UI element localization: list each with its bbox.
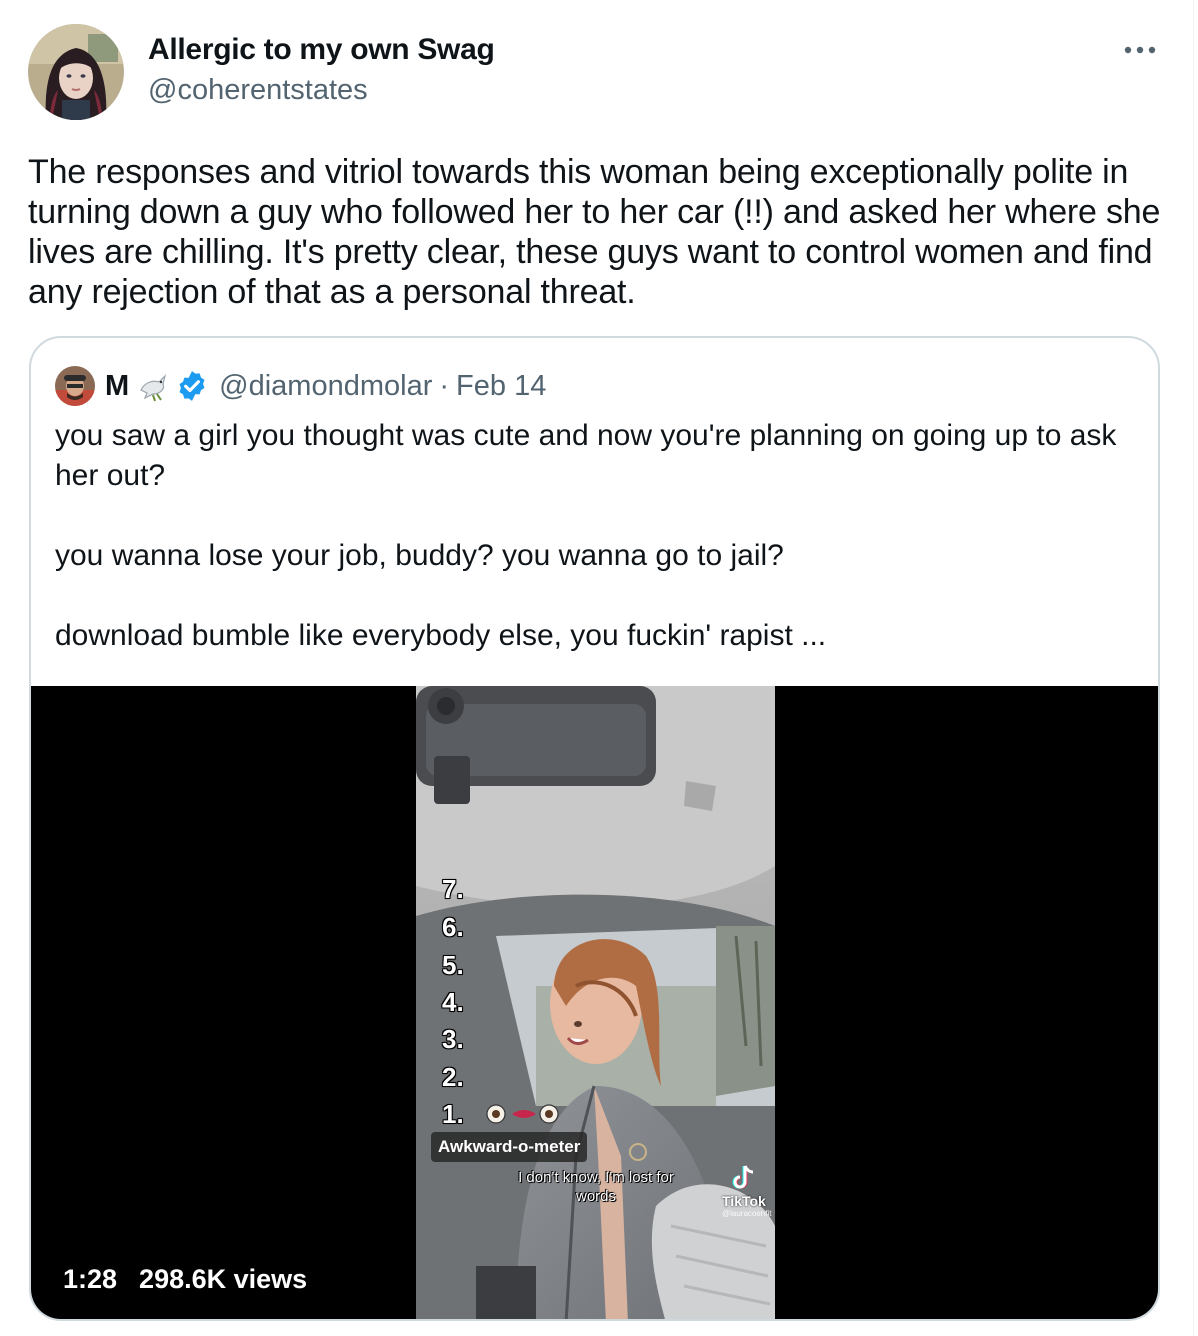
overlay-number: 4.: [442, 987, 464, 1017]
author-avatar[interactable]: [28, 24, 124, 120]
author-handle[interactable]: @coherentstates: [148, 70, 495, 110]
quoted-display-name[interactable]: M: [105, 370, 129, 403]
video-views: 298.6K views: [139, 1264, 308, 1294]
header-separator: ·: [439, 369, 450, 402]
tweet-text: The responses and vitriol towards this w…: [28, 153, 1161, 311]
verified-badge-icon: [179, 371, 205, 401]
more-options-button[interactable]: [1120, 32, 1160, 68]
quoted-paragraph: you wanna lose your job, buddy? you wann…: [55, 539, 784, 572]
quoted-tweet[interactable]: M @diamondmolar · Feb 14 you saw a girl …: [29, 336, 1160, 1321]
awkward-meter-label: Awkward-o-meter: [431, 1132, 588, 1162]
quoted-paragraph: download bumble like everybody else, you…: [55, 619, 827, 652]
video-thumbnail: 7. 6. 5. 4. 3. 2. 1. Awkward-o-meter I d…: [416, 686, 775, 1319]
timeline-divider: [1193, 0, 1194, 1336]
video-duration: 1:28: [63, 1264, 118, 1294]
overlay-number: 2.: [442, 1062, 464, 1092]
overlay-number: 6.: [442, 912, 464, 942]
dove-icon: [140, 374, 167, 402]
author-info: Allergic to my own Swag @coherentstates: [148, 30, 495, 110]
quoted-tweet-header: M @diamondmolar · Feb 14: [55, 366, 546, 406]
avatar-image: [28, 24, 124, 120]
quoted-author-avatar[interactable]: [55, 366, 95, 406]
overlay-number: 3.: [442, 1024, 464, 1054]
quoted-handle[interactable]: @diamondmolar: [219, 370, 432, 403]
quoted-avatar-image: [55, 366, 95, 406]
quoted-date[interactable]: Feb 14: [456, 370, 546, 403]
video-caption: I don't know, I'm lost for words: [518, 1169, 674, 1205]
tiktok-watermark-user: @lauracoenfit: [722, 1209, 772, 1218]
quoted-tweet-text: you saw a girl you thought was cute and …: [55, 416, 1135, 656]
author-display-name[interactable]: Allergic to my own Swag: [148, 30, 495, 70]
video-player[interactable]: 7. 6. 5. 4. 3. 2. 1. Awkward-o-meter I d…: [31, 686, 1158, 1319]
tiktok-watermark: TikTok @lauracoenfit: [722, 1193, 772, 1218]
video-meta: 1:28 298.6K views: [63, 1264, 307, 1295]
overlay-number: 5.: [442, 950, 464, 980]
ellipsis-icon: [1124, 46, 1156, 54]
video-scene-image: [416, 686, 775, 1319]
overlay-number: 1.: [442, 1099, 464, 1129]
tiktok-watermark-text: TikTok: [722, 1193, 766, 1209]
overlay-number: 7.: [442, 874, 464, 904]
tweet[interactable]: Allergic to my own Swag @coherentstates …: [0, 0, 1198, 1336]
quoted-paragraph: you saw a girl you thought was cute and …: [55, 419, 1117, 492]
